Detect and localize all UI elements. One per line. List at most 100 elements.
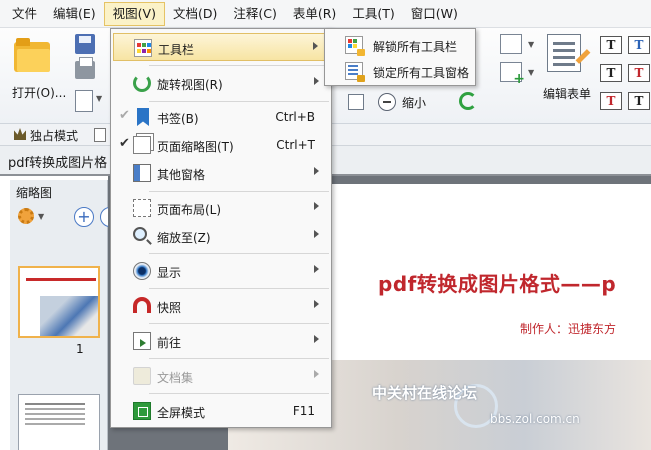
submenu-item-label: 锁定所有工具窗格 <box>373 66 470 80</box>
document-icon[interactable] <box>75 90 93 112</box>
page-thumbnail[interactable] <box>18 266 100 338</box>
menu-item-display[interactable]: 显示 <box>113 257 329 285</box>
menu-item-zoom-to[interactable]: 缩放至(Z) <box>113 222 329 250</box>
snapshot-icon <box>133 297 151 313</box>
open-button-label[interactable]: 打开(O)... <box>12 84 66 101</box>
menu-item-go-to[interactable]: 前往 <box>113 327 329 355</box>
chevron-right-icon <box>314 265 319 273</box>
menu-item-page-layout[interactable]: 页面布局(L) <box>113 194 329 222</box>
chevron-right-icon <box>314 230 319 238</box>
chevron-down-icon[interactable]: ▼ <box>96 94 102 103</box>
menu-edit[interactable]: 编辑(E) <box>45 2 104 26</box>
page-thumbnails-icon <box>133 136 151 154</box>
submenu-item-label: 解锁所有工具栏 <box>373 40 458 54</box>
text-box-icon[interactable]: T <box>628 36 650 54</box>
menu-item-label: 页面布局(L) <box>157 203 222 217</box>
menu-item-rotate-view[interactable]: 旋转视图(R) <box>113 69 329 97</box>
menu-item-label: 缩放至(Z) <box>157 231 211 245</box>
chevron-right-icon <box>314 370 319 378</box>
page-layout-icon <box>133 199 151 217</box>
edit-form-icon[interactable] <box>547 34 581 72</box>
document-author: 制作人：迅捷东方 <box>520 322 617 336</box>
menu-item-snapshot[interactable]: 快照 <box>113 292 329 320</box>
bookmark-icon <box>137 108 149 126</box>
checkmark-icon: ✔ <box>119 108 130 123</box>
submenu-item-unlock-toolbars[interactable]: 解锁所有工具栏 <box>327 32 473 58</box>
menu-item-toolbar[interactable]: 工具栏 <box>113 33 329 61</box>
chevron-down-icon[interactable]: ▼ <box>38 212 44 221</box>
watermark-url: bbs.zol.com.cn <box>490 412 580 426</box>
go-to-icon <box>133 332 151 350</box>
toolbar-submenu: 解锁所有工具栏 锁定所有工具窗格 <box>324 28 476 86</box>
other-panes-icon <box>133 164 151 182</box>
menu-view[interactable]: 视图(V) <box>103 1 165 26</box>
strikeout-icon[interactable]: T <box>628 64 650 82</box>
exclusive-mode-button[interactable]: 独占模式 <box>30 127 78 144</box>
chevron-right-icon <box>314 77 319 85</box>
underline-icon[interactable]: T <box>628 92 650 110</box>
thumbnail-panel: 缩略图 ▼ + 1 <box>10 180 120 450</box>
toolbar-icon <box>134 39 152 57</box>
menu-form[interactable]: 表单(R) <box>285 2 344 26</box>
menu-window[interactable]: 窗口(W) <box>403 2 466 26</box>
print-icon[interactable] <box>75 57 95 79</box>
chevron-down-icon[interactable]: ▼ <box>528 68 534 77</box>
menu-item-label: 其他窗格 <box>157 168 206 182</box>
open-folder-icon[interactable] <box>14 38 50 72</box>
menu-item-label: 文档集 <box>157 371 194 385</box>
chevron-right-icon <box>314 167 319 175</box>
gear-icon[interactable] <box>18 208 34 224</box>
zoom-in-icon[interactable]: + <box>74 207 94 227</box>
menu-comment[interactable]: 注释(C) <box>225 2 284 26</box>
menu-item-label: 书签(B) <box>157 112 199 126</box>
chevron-right-icon <box>314 202 319 210</box>
menu-tools[interactable]: 工具(T) <box>344 2 402 26</box>
watermark-forum: 中关村在线论坛 <box>372 384 478 402</box>
chevron-right-icon <box>313 42 318 50</box>
document-title: pdf转换成图片格式——p <box>378 272 617 296</box>
menu-item-bookmarks[interactable]: ✔ 书签(B) Ctrl+B <box>113 103 329 131</box>
menu-item-other-panes[interactable]: 其他窗格 <box>113 159 329 187</box>
save-icon[interactable] <box>75 34 95 54</box>
view-menu: 工具栏 旋转视图(R) ✔ 书签(B) Ctrl+B ✔ 页面缩略图(T) Ct… <box>110 28 332 428</box>
crown-icon <box>14 128 26 140</box>
page-thumbnail[interactable] <box>18 394 100 450</box>
menu-file[interactable]: 文件 <box>4 2 45 26</box>
eye-icon <box>133 262 151 280</box>
menu-item-label: 前往 <box>157 336 182 350</box>
menu-document[interactable]: 文档(D) <box>165 2 225 26</box>
text-insert-icon[interactable]: T <box>600 64 622 82</box>
text-tool-icon[interactable] <box>500 34 522 54</box>
menu-item-page-thumbnails[interactable]: ✔ 页面缩略图(T) Ctrl+T <box>113 131 329 159</box>
fit-page-icon[interactable] <box>348 94 364 110</box>
chevron-right-icon <box>314 335 319 343</box>
menu-item-label: 快照 <box>157 301 182 315</box>
zoom-out-icon[interactable] <box>378 93 396 111</box>
page-number: 1 <box>76 342 84 356</box>
panel-title: 缩略图 <box>16 186 53 200</box>
menu-item-full-screen[interactable]: 全屏模式 F11 <box>113 397 329 425</box>
menu-item-shortcut: Ctrl+T <box>276 138 315 152</box>
checkmark-icon: ✔ <box>119 136 130 151</box>
rotate-view-icon <box>133 74 151 92</box>
submenu-item-lock-toolbars[interactable]: 锁定所有工具窗格 <box>327 58 473 84</box>
menu-bar: 文件 编辑(E) 视图(V) 文档(D) 注释(C) 表单(R) 工具(T) 窗… <box>0 0 651 28</box>
zoom-out-label[interactable]: 缩小 <box>402 94 426 111</box>
document-set-icon <box>133 367 151 385</box>
text-field-icon[interactable]: T <box>600 36 622 54</box>
document-icon[interactable] <box>94 128 106 142</box>
refresh-icon[interactable] <box>459 92 477 110</box>
full-screen-icon <box>133 402 151 420</box>
menu-item-shortcut: F11 <box>292 404 315 418</box>
tab-document[interactable]: pdf转换成图片格 <box>8 152 107 171</box>
lock-toolbars-icon <box>345 62 365 82</box>
menu-item-label: 全屏模式 <box>157 406 206 420</box>
menu-item-label: 页面缩略图(T) <box>157 140 234 154</box>
chevron-down-icon[interactable]: ▼ <box>528 40 534 49</box>
chevron-right-icon <box>314 300 319 308</box>
add-field-icon[interactable] <box>500 62 525 87</box>
menu-item-shortcut: Ctrl+B <box>275 110 315 124</box>
edit-form-label[interactable]: 编辑表单 <box>543 85 591 102</box>
text-replace-icon[interactable]: T <box>600 92 622 110</box>
zoom-to-icon <box>133 227 147 241</box>
